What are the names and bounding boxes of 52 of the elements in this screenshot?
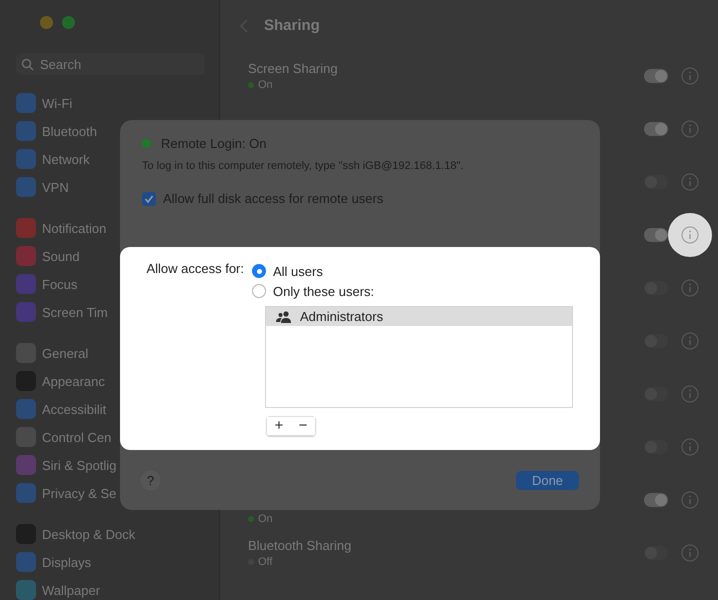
info-icon[interactable] [681,172,699,190]
sidebar-item[interactable]: Privacy & Se [42,486,116,500]
list-row[interactable]: Administrators [266,307,572,326]
help-button[interactable]: ? [140,470,161,490]
service-status: On [258,78,273,90]
search-field[interactable]: Search [16,53,205,75]
page-title: Sharing [264,17,320,34]
service-status: Off [258,556,272,568]
sidebar-item[interactable]: Sound [42,248,80,264]
checkbox[interactable] [142,192,156,206]
toggle-switch[interactable] [644,228,668,242]
sidebar-item[interactable]: Focus [42,276,78,292]
status-dot [248,82,254,88]
toggle-switch[interactable] [644,122,668,136]
access-label: Allow access for: [145,261,244,278]
info-icon[interactable] [681,490,699,508]
info-icon[interactable] [681,278,699,296]
list-edit-button[interactable]: + [267,417,291,435]
info-icon[interactable] [681,226,699,244]
sidebar-item[interactable]: Wi-Fi [42,96,72,110]
sidebar-item[interactable]: Network [42,152,90,166]
info-icon[interactable] [681,384,699,402]
done-button[interactable]: Done [516,470,579,490]
sidebar-item[interactable]: Desktop & Dock [42,526,136,542]
sidebar-item[interactable]: Wallpaper [42,582,100,598]
service-name: Screen Sharing [248,60,339,76]
toggle-switch[interactable] [644,492,668,506]
radio-option[interactable]: All users [252,261,573,281]
sidebar-item[interactable]: Control Cen [42,430,112,444]
sidebar-item[interactable]: General [42,346,88,360]
info-icon[interactable] [681,544,699,562]
sidebar-item[interactable]: Appearanc [42,374,105,388]
info-icon[interactable] [681,438,699,456]
sidebar-item[interactable]: Accessibilit [42,402,106,416]
info-icon[interactable] [681,120,699,138]
info-icon[interactable] [681,332,699,350]
sidebar-item[interactable]: VPN [42,180,69,194]
sidebar-item[interactable]: Bluetooth [42,124,97,138]
sidebar-item[interactable]: Notification [42,220,106,236]
radio-option[interactable]: Only these users: [252,281,573,301]
status-dot [248,516,254,522]
toggle-switch[interactable] [644,68,668,82]
sidebar-item[interactable]: Screen Tim [42,304,108,320]
zoom-window-icon[interactable] [62,16,75,29]
minimize-window-icon[interactable] [40,16,53,29]
sidebar-item[interactable]: Displays [42,554,92,570]
list-edit-button[interactable]: − [291,417,315,435]
people-icon [276,310,292,322]
sidebar-item[interactable]: Siri & Spotlig [42,458,116,472]
service-name: Bluetooth Sharing [248,538,352,552]
service-status: On [258,513,273,525]
info-icon[interactable] [681,66,699,84]
